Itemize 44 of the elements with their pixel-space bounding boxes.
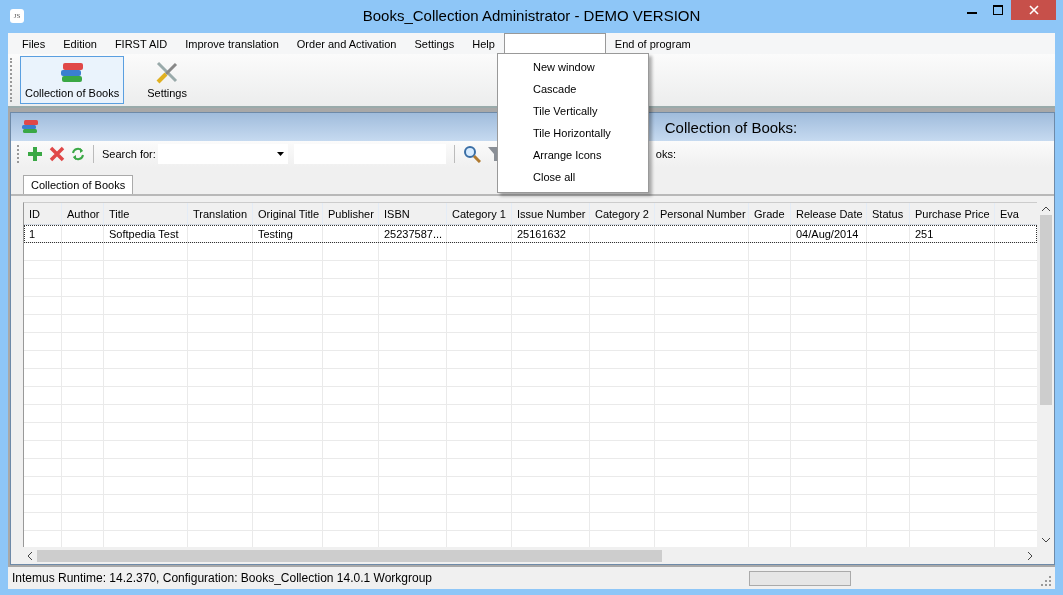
window-title: Collection of Books: xyxy=(663,118,799,136)
status-text: Intemus Runtime: 14.2.370, Configuration: Books_Collection 14.0.1 Workgroup xyxy=(12,571,433,585)
menu-item[interactable]: End of program xyxy=(605,33,700,54)
menu-item[interactable]: Tile Horizontally xyxy=(498,122,648,144)
column-header[interactable]: Category 1 xyxy=(447,203,512,225)
column-header[interactable]: ID xyxy=(24,203,62,225)
tab[interactable]: Collection of Books xyxy=(23,175,134,194)
table-cell: 25237587... xyxy=(384,228,443,240)
menu-item[interactable]: Help xyxy=(463,33,504,54)
column-header[interactable]: Purchase Price xyxy=(910,203,995,225)
table-cell: 04/Aug/2014 xyxy=(796,228,859,240)
menu-item[interactable]: Order and Activation xyxy=(287,33,406,54)
column-header[interactable]: Release Date xyxy=(791,203,867,225)
search-label: Search for: xyxy=(102,148,156,160)
table-cell: 251 xyxy=(915,228,934,240)
column-header[interactable]: Author xyxy=(62,203,104,225)
menu-item[interactable]: Settings xyxy=(405,33,464,54)
menu-item[interactable]: Cascade xyxy=(498,78,648,100)
column-header[interactable]: Original Title xyxy=(253,203,323,225)
menu-item[interactable]: Edition xyxy=(54,33,106,54)
table-cell: 25161632 xyxy=(517,228,566,240)
column-header[interactable]: ISBN xyxy=(379,203,447,225)
menu-item[interactable]: Improve translation xyxy=(176,33,288,54)
menu-item[interactable]: New window xyxy=(498,56,648,78)
menu-item[interactable]: Files xyxy=(13,33,55,54)
table-cell: Softpedia Test xyxy=(109,228,179,240)
table-cell: Testing xyxy=(258,228,293,240)
column-header[interactable]: Grade xyxy=(749,203,791,225)
window-title: Books_Collection Administrator - DEMO VERSION xyxy=(362,7,701,24)
table-cell: 1 xyxy=(29,228,36,240)
column-header[interactable]: Title xyxy=(104,203,188,225)
column-header[interactable]: Status xyxy=(867,203,910,225)
toolbar-button[interactable]: Settings xyxy=(142,56,192,104)
toolbar-button[interactable]: Collection of Books xyxy=(20,56,125,104)
column-header[interactable]: Issue Number xyxy=(512,203,590,225)
column-header[interactable]: Personal Number xyxy=(655,203,749,225)
count-label: oks: xyxy=(655,148,676,160)
menu-item[interactable]: Close all xyxy=(498,166,648,188)
menu-item[interactable]: Arrange Icons xyxy=(498,144,648,166)
menu-item[interactable]: FIRST AID xyxy=(105,33,177,54)
column-header[interactable]: Category 2 xyxy=(590,203,655,225)
column-header[interactable]: Publisher xyxy=(323,203,379,225)
column-header[interactable]: Translation xyxy=(188,203,253,225)
menu-item[interactable]: Tile Vertically xyxy=(498,100,648,122)
